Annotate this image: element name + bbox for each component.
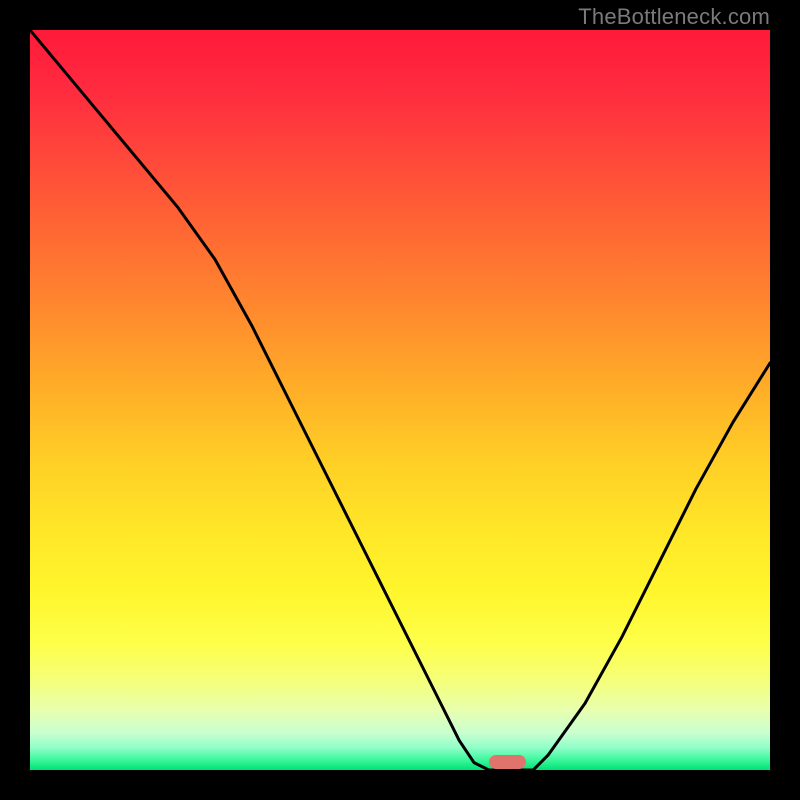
chart-container: TheBottleneck.com <box>0 0 800 800</box>
optimal-marker <box>489 755 526 769</box>
watermark-text: TheBottleneck.com <box>578 4 770 30</box>
bottleneck-curve <box>30 30 770 770</box>
plot-area <box>30 30 770 770</box>
